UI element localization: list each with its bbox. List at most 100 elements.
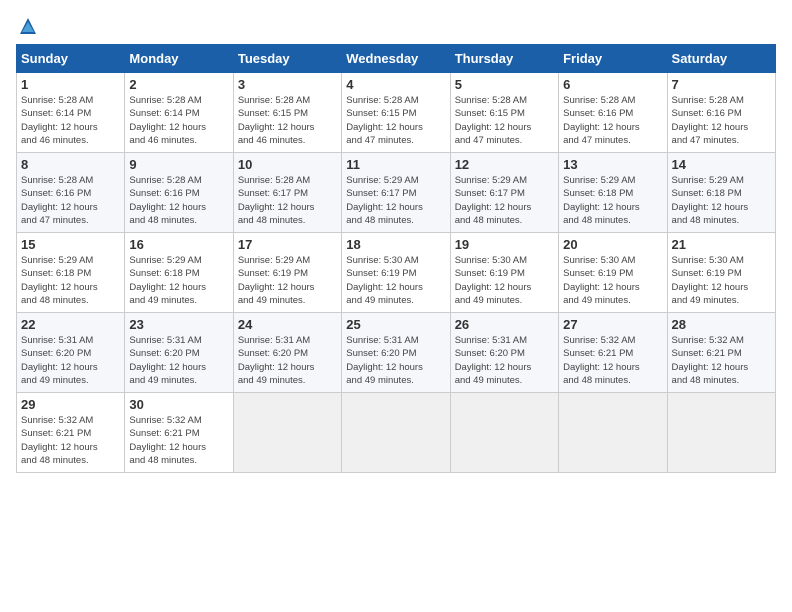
sunset-label: Sunset: 6:21 PM — [563, 348, 633, 359]
sunset-label: Sunset: 6:19 PM — [563, 268, 633, 279]
day-info: Sunrise: 5:29 AM Sunset: 6:18 PM Dayligh… — [129, 254, 228, 307]
daylight-minutes: and 46 minutes. — [129, 135, 197, 146]
sunset-label: Sunset: 6:19 PM — [346, 268, 416, 279]
day-number: 17 — [238, 237, 337, 252]
sunrise-label: Sunrise: 5:31 AM — [238, 335, 310, 346]
daylight-minutes: and 49 minutes. — [672, 295, 740, 306]
day-number: 4 — [346, 77, 445, 92]
daylight-minutes: and 49 minutes. — [129, 295, 197, 306]
day-number: 7 — [672, 77, 771, 92]
calendar-day: 14 Sunrise: 5:29 AM Sunset: 6:18 PM Dayl… — [667, 153, 775, 233]
sunset-label: Sunset: 6:17 PM — [455, 188, 525, 199]
daylight-minutes: and 49 minutes. — [455, 295, 523, 306]
sunrise-label: Sunrise: 5:32 AM — [563, 335, 635, 346]
daylight-label: Daylight: 12 hours — [238, 202, 315, 213]
daylight-label: Daylight: 12 hours — [346, 202, 423, 213]
day-info: Sunrise: 5:28 AM Sunset: 6:14 PM Dayligh… — [21, 94, 120, 147]
daylight-minutes: and 47 minutes. — [346, 135, 414, 146]
daylight-minutes: and 48 minutes. — [672, 215, 740, 226]
day-number: 27 — [563, 317, 662, 332]
calendar-day — [233, 393, 341, 473]
calendar-week-row: 22 Sunrise: 5:31 AM Sunset: 6:20 PM Dayl… — [17, 313, 776, 393]
day-info: Sunrise: 5:28 AM Sunset: 6:17 PM Dayligh… — [238, 174, 337, 227]
sunset-label: Sunset: 6:21 PM — [129, 428, 199, 439]
sunset-label: Sunset: 6:20 PM — [21, 348, 91, 359]
weekday-header: Saturday — [667, 45, 775, 73]
calendar-day: 15 Sunrise: 5:29 AM Sunset: 6:18 PM Dayl… — [17, 233, 125, 313]
day-info: Sunrise: 5:28 AM Sunset: 6:15 PM Dayligh… — [346, 94, 445, 147]
daylight-minutes: and 48 minutes. — [563, 215, 631, 226]
calendar-day: 19 Sunrise: 5:30 AM Sunset: 6:19 PM Dayl… — [450, 233, 558, 313]
calendar-day: 5 Sunrise: 5:28 AM Sunset: 6:15 PM Dayli… — [450, 73, 558, 153]
day-number: 5 — [455, 77, 554, 92]
day-number: 9 — [129, 157, 228, 172]
daylight-minutes: and 48 minutes. — [129, 215, 197, 226]
daylight-label: Daylight: 12 hours — [129, 442, 206, 453]
day-number: 19 — [455, 237, 554, 252]
calendar-day: 3 Sunrise: 5:28 AM Sunset: 6:15 PM Dayli… — [233, 73, 341, 153]
daylight-minutes: and 49 minutes. — [238, 375, 306, 386]
calendar-day: 17 Sunrise: 5:29 AM Sunset: 6:19 PM Dayl… — [233, 233, 341, 313]
sunrise-label: Sunrise: 5:31 AM — [129, 335, 201, 346]
sunset-label: Sunset: 6:20 PM — [238, 348, 308, 359]
calendar-day: 21 Sunrise: 5:30 AM Sunset: 6:19 PM Dayl… — [667, 233, 775, 313]
sunrise-label: Sunrise: 5:28 AM — [455, 95, 527, 106]
sunset-label: Sunset: 6:19 PM — [238, 268, 308, 279]
day-number: 28 — [672, 317, 771, 332]
daylight-minutes: and 48 minutes. — [129, 455, 197, 466]
day-info: Sunrise: 5:31 AM Sunset: 6:20 PM Dayligh… — [346, 334, 445, 387]
day-info: Sunrise: 5:30 AM Sunset: 6:19 PM Dayligh… — [346, 254, 445, 307]
sunset-label: Sunset: 6:16 PM — [672, 108, 742, 119]
calendar-day: 22 Sunrise: 5:31 AM Sunset: 6:20 PM Dayl… — [17, 313, 125, 393]
calendar-day: 10 Sunrise: 5:28 AM Sunset: 6:17 PM Dayl… — [233, 153, 341, 233]
day-number: 18 — [346, 237, 445, 252]
day-info: Sunrise: 5:32 AM Sunset: 6:21 PM Dayligh… — [129, 414, 228, 467]
daylight-label: Daylight: 12 hours — [455, 362, 532, 373]
day-info: Sunrise: 5:30 AM Sunset: 6:19 PM Dayligh… — [455, 254, 554, 307]
day-info: Sunrise: 5:32 AM Sunset: 6:21 PM Dayligh… — [563, 334, 662, 387]
daylight-minutes: and 47 minutes. — [672, 135, 740, 146]
calendar-day: 11 Sunrise: 5:29 AM Sunset: 6:17 PM Dayl… — [342, 153, 450, 233]
day-number: 8 — [21, 157, 120, 172]
day-number: 11 — [346, 157, 445, 172]
daylight-label: Daylight: 12 hours — [21, 282, 98, 293]
calendar-table: SundayMondayTuesdayWednesdayThursdayFrid… — [16, 44, 776, 473]
sunrise-label: Sunrise: 5:29 AM — [672, 175, 744, 186]
daylight-label: Daylight: 12 hours — [238, 362, 315, 373]
daylight-minutes: and 49 minutes. — [21, 375, 89, 386]
daylight-label: Daylight: 12 hours — [21, 202, 98, 213]
day-info: Sunrise: 5:28 AM Sunset: 6:16 PM Dayligh… — [563, 94, 662, 147]
sunset-label: Sunset: 6:18 PM — [129, 268, 199, 279]
daylight-label: Daylight: 12 hours — [238, 282, 315, 293]
daylight-minutes: and 48 minutes. — [21, 295, 89, 306]
calendar-day: 28 Sunrise: 5:32 AM Sunset: 6:21 PM Dayl… — [667, 313, 775, 393]
day-info: Sunrise: 5:28 AM Sunset: 6:14 PM Dayligh… — [129, 94, 228, 147]
sunset-label: Sunset: 6:18 PM — [672, 188, 742, 199]
sunrise-label: Sunrise: 5:28 AM — [129, 95, 201, 106]
day-info: Sunrise: 5:28 AM Sunset: 6:15 PM Dayligh… — [238, 94, 337, 147]
calendar-day: 7 Sunrise: 5:28 AM Sunset: 6:16 PM Dayli… — [667, 73, 775, 153]
day-number: 26 — [455, 317, 554, 332]
daylight-minutes: and 47 minutes. — [21, 215, 89, 226]
calendar-day — [450, 393, 558, 473]
day-number: 12 — [455, 157, 554, 172]
weekday-header: Sunday — [17, 45, 125, 73]
calendar-day: 30 Sunrise: 5:32 AM Sunset: 6:21 PM Dayl… — [125, 393, 233, 473]
day-number: 20 — [563, 237, 662, 252]
day-number: 29 — [21, 397, 120, 412]
calendar-day: 16 Sunrise: 5:29 AM Sunset: 6:18 PM Dayl… — [125, 233, 233, 313]
calendar-day: 20 Sunrise: 5:30 AM Sunset: 6:19 PM Dayl… — [559, 233, 667, 313]
day-number: 1 — [21, 77, 120, 92]
sunset-label: Sunset: 6:16 PM — [563, 108, 633, 119]
daylight-label: Daylight: 12 hours — [129, 122, 206, 133]
daylight-label: Daylight: 12 hours — [21, 122, 98, 133]
sunset-label: Sunset: 6:15 PM — [238, 108, 308, 119]
sunrise-label: Sunrise: 5:28 AM — [21, 175, 93, 186]
day-number: 30 — [129, 397, 228, 412]
day-number: 14 — [672, 157, 771, 172]
daylight-label: Daylight: 12 hours — [455, 202, 532, 213]
day-info: Sunrise: 5:31 AM Sunset: 6:20 PM Dayligh… — [455, 334, 554, 387]
sunrise-label: Sunrise: 5:29 AM — [563, 175, 635, 186]
daylight-minutes: and 49 minutes. — [238, 295, 306, 306]
sunset-label: Sunset: 6:18 PM — [563, 188, 633, 199]
